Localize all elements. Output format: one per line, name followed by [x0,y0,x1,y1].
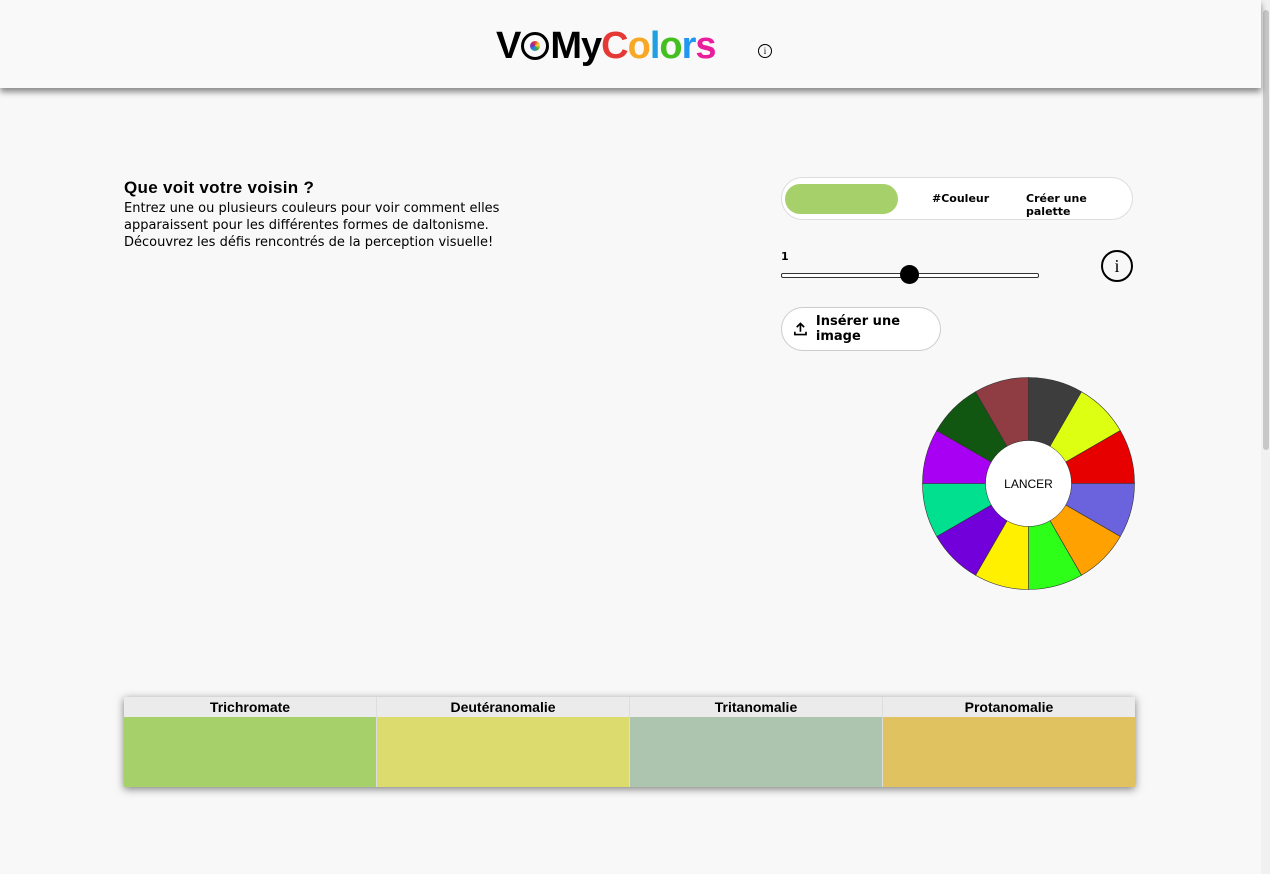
intro-line-3: Découvrez les défis rencontrés de la per… [124,235,494,250]
intro-section: Que voit votre voisin ? Entrez une ou pl… [124,178,544,251]
result-column: Protanomalie [883,697,1135,787]
logo-color-letter: r [681,24,697,67]
mode-tabs: #Couleur Créer une palette [781,177,1133,220]
logo-color-letter: s [695,24,716,67]
slider-value: 1 [781,250,789,263]
wheel-launch-label[interactable]: LANCER [1004,477,1053,491]
logo-letter-v: V [496,24,521,67]
result-color-swatch [883,717,1135,787]
color-wheel[interactable]: LANCER [921,376,1136,591]
logo-color-letter: o [627,24,651,67]
result-column: Trichromate [124,697,377,787]
scrollbar-thumb[interactable] [1263,10,1269,450]
result-column-title: Deutéranomalie [377,697,629,717]
eye-icon [521,32,550,60]
info-icon[interactable]: i [758,44,772,58]
intro-line-2: apparaissent pour les différentes formes… [124,218,489,233]
tab-couleur[interactable]: #Couleur [932,192,989,205]
intro-line-1: Entrez une ou plusieurs couleurs pour vo… [124,201,500,216]
result-color-swatch [377,717,629,787]
logo-my: My [550,24,602,67]
tab-creer-palette[interactable]: Créer une palette [1026,192,1132,218]
tab-color-swatch[interactable] [785,184,898,214]
logo-color-letter: l [649,24,661,67]
result-column: Deutéranomalie [377,697,630,787]
result-column: Tritanomalie [630,697,883,787]
logo-color-letter: o [659,24,682,67]
result-color-swatch [630,717,882,787]
slider-thumb[interactable] [900,265,919,284]
page-title: Que voit votre voisin ? [124,178,315,197]
page-scrollbar[interactable] [1261,0,1270,874]
app-logo[interactable]: V MyColors [496,24,717,68]
logo-color-letter: C [601,24,628,67]
logo-wordmark: MyColors [550,24,716,68]
insert-image-label: Insérer une image [815,314,901,344]
result-color-swatch [124,717,376,787]
result-column-title: Tritanomalie [630,697,882,717]
result-column-title: Trichromate [124,697,376,717]
result-column-title: Protanomalie [883,697,1135,717]
upload-icon [794,322,807,336]
insert-image-button[interactable]: Insérer une image [781,307,941,351]
info-icon[interactable]: i [1101,250,1133,282]
header-bar: V MyColors i [0,0,1261,88]
results-table: Trichromate Deutéranomalie Tritanomalie Pro… [124,697,1135,787]
intro-description: Entrez une ou plusieurs couleurs pour vo… [124,200,544,251]
